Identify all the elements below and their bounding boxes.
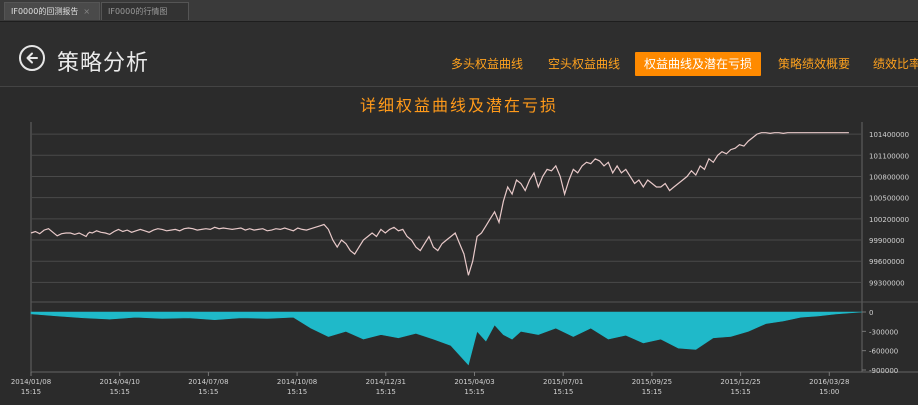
equity-drawdown-chart: 101400000 101100000 100800000 100500000 1002… [11, 122, 918, 396]
chart-panel: 详细权益曲线及潜在亏损 101400000 101100000 100800000 1… [0, 87, 918, 401]
x-tick-date: 2015/04/03 [454, 378, 494, 386]
x-tick-date: 2015/07/01 [543, 378, 583, 386]
x-tick-time: 15:15 [731, 388, 751, 396]
drawdown-tick-label: -600000 [869, 348, 898, 356]
tab-backtest-report[interactable]: IF0000的回测报告 × [4, 2, 100, 20]
x-tick-date: 2014/04/10 [100, 378, 140, 386]
equity-tick-label: 100800000 [869, 173, 909, 181]
drawdown-tick-label: 0 [869, 309, 873, 317]
x-tick-time: 15:00 [819, 388, 839, 396]
x-tick-date: 2016/03/28 [809, 378, 849, 386]
x-tick-time: 15:15 [553, 388, 573, 396]
document-tab-bar: IF0000的回测报告 × IF0000的行情图 [0, 0, 918, 22]
tab-long-equity-curve[interactable]: 多头权益曲线 [451, 52, 523, 76]
equity-tick-label: 99600000 [869, 258, 905, 266]
x-tick-date: 2014/12/31 [366, 378, 406, 386]
x-tick-date: 2014/01/08 [11, 378, 51, 386]
x-tick-time: 15:15 [198, 388, 218, 396]
tab-label: IF0000的行情图 [108, 7, 168, 16]
equity-series-line [30, 132, 849, 276]
equity-tick-label: 101100000 [869, 152, 909, 160]
page-title: 策略分析 [57, 51, 150, 76]
tab-quote-chart[interactable]: IF0000的行情图 [101, 2, 189, 20]
drawdown-series-area [30, 311, 863, 366]
x-tick-date: 2015/09/25 [632, 378, 672, 386]
tab-label: IF0000的回测报告 [11, 7, 79, 16]
x-tick-time: 15:15 [376, 388, 396, 396]
x-tick-time: 15:15 [464, 388, 484, 396]
x-tick-date: 2014/07/08 [188, 378, 228, 386]
x-tick-date: 2015/12/25 [720, 378, 760, 386]
tab-performance-summary[interactable]: 策略绩效概要 [778, 52, 850, 76]
drawdown-tick-label: -900000 [869, 367, 898, 375]
equity-tick-label: 100200000 [869, 216, 909, 224]
chart-title: 详细权益曲线及潜在亏损 [359, 96, 558, 115]
drawdown-tick-label: -300000 [869, 328, 898, 336]
equity-tick-label: 99900000 [869, 237, 905, 245]
equity-tick-label: 100500000 [869, 195, 909, 203]
back-button[interactable] [19, 45, 45, 71]
x-tick-time: 15:15 [110, 388, 130, 396]
equity-tick-label: 99300000 [869, 279, 905, 287]
arrow-left-icon [26, 52, 38, 64]
tab-equity-drawdown[interactable]: 权益曲线及潜在亏损 [635, 52, 762, 76]
tab-performance-ratios[interactable]: 绩效比率 [873, 52, 918, 76]
page-header: 策略分析 多头权益曲线 空头权益曲线 权益曲线及潜在亏损 策略绩效概要 绩效比率 [0, 22, 918, 87]
x-tick-time: 15:15 [287, 388, 307, 396]
equity-tick-label: 101400000 [869, 131, 909, 139]
x-tick-date: 2014/10/08 [277, 378, 317, 386]
x-tick-time: 15:15 [642, 388, 662, 396]
tab-short-equity-curve[interactable]: 空头权益曲线 [548, 52, 620, 76]
tab-close-icon[interactable]: × [83, 3, 90, 21]
x-tick-time: 15:15 [21, 388, 41, 396]
